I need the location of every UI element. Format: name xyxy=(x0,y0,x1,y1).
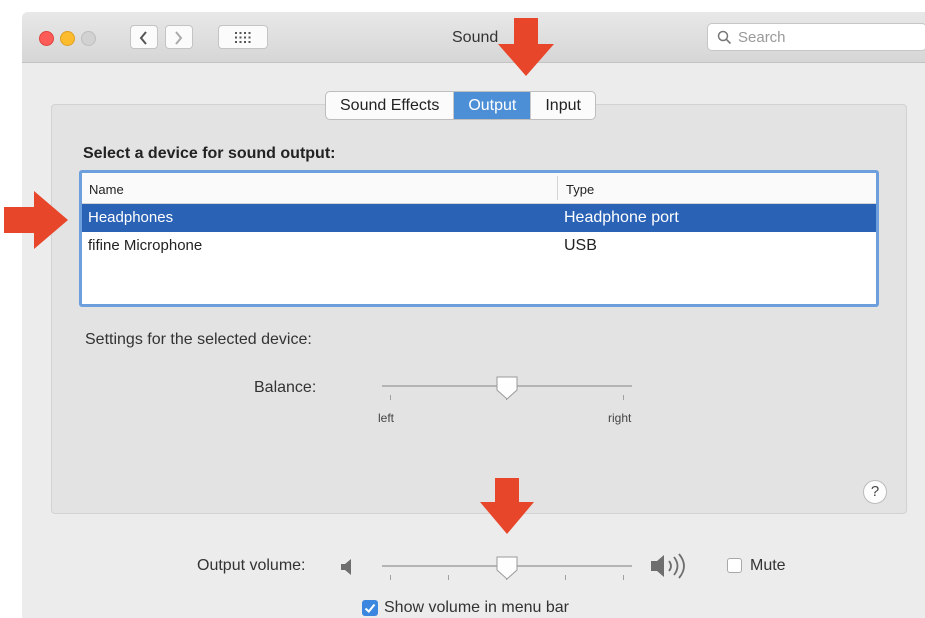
sound-preferences-window: Sound Sound Effects Output Input Select … xyxy=(22,12,925,618)
window-title: Sound xyxy=(452,29,499,46)
tick-mark xyxy=(623,395,624,400)
title-bar: Sound xyxy=(22,12,925,63)
minimize-button[interactable] xyxy=(60,31,75,46)
device-list-heading: Select a device for sound output: xyxy=(83,145,336,162)
balance-left-label: left xyxy=(378,411,395,425)
output-device-table[interactable]: Name Type Headphones Headphone port fifi… xyxy=(79,170,879,307)
annotation-arrow-down-icon xyxy=(480,478,534,534)
show-volume-checkbox[interactable] xyxy=(362,600,378,616)
tab-input[interactable]: Input xyxy=(530,92,595,119)
mute-label[interactable]: Mute xyxy=(750,557,786,575)
search-icon xyxy=(717,30,732,45)
tick-mark xyxy=(623,575,624,580)
help-button[interactable]: ? xyxy=(863,480,887,504)
balance-right-label: right xyxy=(608,411,632,425)
balance-label: Balance: xyxy=(254,379,317,396)
tick-mark xyxy=(448,575,449,580)
table-header: Name Type xyxy=(82,173,876,204)
column-header-name[interactable]: Name xyxy=(89,182,124,197)
speaker-high-icon xyxy=(651,553,685,579)
table-row[interactable]: fifine Microphone USB xyxy=(82,232,876,260)
forward-button[interactable] xyxy=(165,25,193,49)
back-button[interactable] xyxy=(130,25,158,49)
table-row[interactable]: Headphones Headphone port xyxy=(82,204,876,232)
close-button[interactable] xyxy=(39,31,54,46)
speaker-low-icon xyxy=(341,559,351,575)
search-field[interactable] xyxy=(707,23,925,51)
tick-mark xyxy=(565,575,566,580)
device-type: USB xyxy=(564,237,597,254)
settings-label: Settings for the selected device: xyxy=(85,331,312,348)
grid-icon xyxy=(235,32,251,43)
show-volume-label[interactable]: Show volume in menu bar xyxy=(384,599,569,617)
show-all-button[interactable] xyxy=(218,25,268,49)
output-panel xyxy=(51,104,907,514)
tab-bar: Sound Effects Output Input xyxy=(325,91,596,120)
column-divider xyxy=(557,176,558,200)
checkmark-icon xyxy=(364,603,376,613)
chevron-left-icon xyxy=(139,31,147,45)
volume-slider-knob[interactable] xyxy=(495,555,519,581)
tab-output[interactable]: Output xyxy=(453,92,531,119)
search-input[interactable] xyxy=(736,28,920,47)
device-name: fifine Microphone xyxy=(88,237,203,254)
balance-slider-knob[interactable] xyxy=(495,375,519,401)
tick-mark xyxy=(390,575,391,580)
device-name: Headphones xyxy=(88,209,174,226)
column-header-type[interactable]: Type xyxy=(566,182,594,197)
chevron-right-icon xyxy=(175,31,183,45)
annotation-arrow-right-icon xyxy=(4,191,68,249)
device-type: Headphone port xyxy=(564,209,679,226)
tick-mark xyxy=(390,395,391,400)
mute-checkbox[interactable] xyxy=(727,558,742,573)
annotation-arrow-down-icon xyxy=(498,18,554,76)
zoom-button[interactable] xyxy=(81,31,96,46)
tab-sound-effects[interactable]: Sound Effects xyxy=(326,92,453,119)
output-volume-label: Output volume: xyxy=(197,557,306,574)
